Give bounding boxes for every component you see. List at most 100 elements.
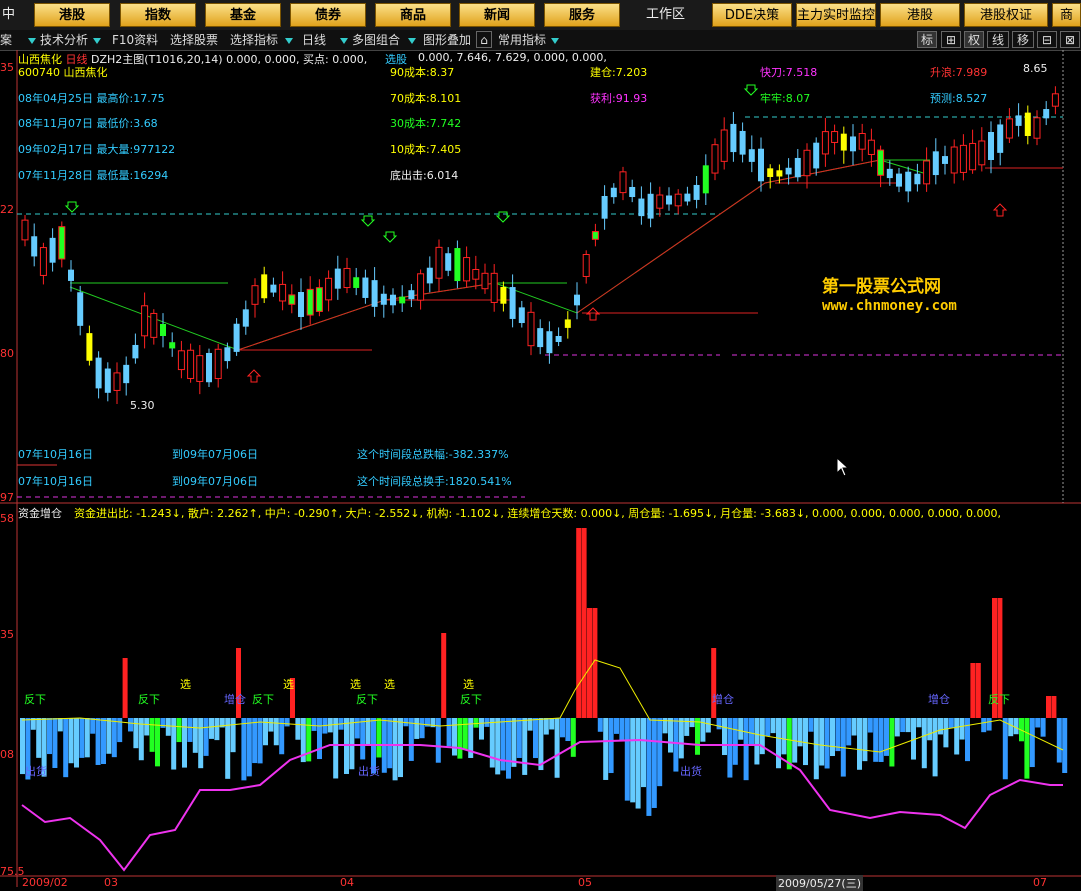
flow-bar (495, 718, 501, 775)
chart-canvas[interactable] (0, 0, 1081, 887)
flow-bar (68, 718, 74, 764)
flow-bar (803, 718, 808, 766)
x-label: 03 (104, 876, 118, 889)
signal-xuan: 选 (350, 678, 361, 691)
max-volume: 09年02月17日 最大量:977122 (18, 143, 176, 156)
buy-arrow-icon (992, 203, 1008, 217)
y-label: 97 (0, 491, 14, 504)
candle-body (978, 140, 986, 166)
flow-bar (246, 718, 252, 777)
flow-bar (398, 718, 403, 778)
flow-bar (176, 718, 182, 743)
candle-body (86, 333, 93, 361)
candle-body (298, 292, 304, 317)
flow-bar (63, 718, 69, 778)
candle-body (371, 280, 378, 307)
flow-bar (770, 718, 776, 734)
candle-body (160, 323, 166, 337)
candle-body (58, 226, 66, 260)
rising-wave: 升浪:7.989 (930, 66, 988, 79)
flow-bar (873, 718, 879, 762)
candle-body (490, 272, 498, 303)
highest-price: 08年04月25日 最高价:17.75 (18, 92, 165, 105)
candle-body (932, 151, 939, 176)
candle-body (647, 193, 654, 219)
flow-bar (554, 718, 560, 778)
price-marker: 8.65 (1023, 62, 1048, 75)
y-label-sub: 75.5 (0, 865, 25, 878)
flow-bar (392, 718, 398, 781)
flow-bar (452, 718, 457, 756)
x-label: 04 (340, 876, 354, 889)
capital-flow-bars (20, 528, 1068, 816)
candle-body (850, 136, 856, 152)
flow-bar (106, 718, 112, 754)
flow-bar (516, 718, 522, 758)
flow-bar (241, 718, 247, 781)
candle-body (896, 173, 902, 187)
flow-bar (857, 718, 862, 770)
flow-bar (835, 718, 841, 752)
candle-body (187, 349, 195, 379)
x-label: 2009/02 (22, 876, 68, 889)
indicator-name[interactable]: DZH2主图(T1016,20,14) (91, 53, 223, 66)
flow-bar (738, 718, 744, 740)
flow-bar (1035, 718, 1041, 728)
flow-bar (754, 718, 760, 765)
flow-bar (689, 718, 695, 728)
flow-bar (47, 718, 52, 755)
profit-ratio: 获利:91.93 (590, 92, 648, 105)
flow-bar (473, 718, 479, 728)
signal-fanxia: 反下 (24, 693, 46, 706)
flow-bar (722, 718, 727, 756)
fast-knife: 快刀:7.518 (760, 66, 818, 79)
indicator-values: 0.000, 0.000, 买点: 0.000, (226, 53, 368, 66)
flow-bar (52, 718, 58, 768)
candle-body (362, 277, 369, 298)
flow-bar (365, 718, 371, 746)
flow-bar (1046, 696, 1051, 718)
flow-bar (122, 658, 128, 718)
signal-zengcang: 增仓 (224, 693, 246, 706)
flow-bar (273, 718, 279, 746)
flow-bar (133, 718, 139, 749)
candle-body (500, 286, 507, 304)
candle-body (334, 268, 341, 289)
candle-body (224, 347, 231, 362)
flow-bar (635, 718, 641, 809)
sub-indicator-name[interactable]: 资金增仓 (18, 505, 62, 521)
firm-level: 牢牢:8.07 (760, 92, 811, 105)
candle-body (306, 288, 314, 316)
cost-90: 90成本:8.37 (390, 66, 455, 79)
flow-bar (894, 718, 900, 737)
flow-bar (90, 718, 96, 734)
flow-bar (808, 718, 814, 732)
signal-fanxia: 反下 (988, 693, 1010, 706)
candle-body (150, 312, 158, 338)
flow-bar (597, 718, 603, 732)
flow-bar (587, 608, 592, 718)
flow-bar (1013, 718, 1019, 735)
signal-xuan: 选 (384, 678, 395, 691)
flow-bar (111, 718, 117, 758)
trend-line-green (69, 159, 931, 351)
flow-bar (695, 718, 700, 755)
flow-bar (668, 718, 673, 753)
sell-arrow-icon (743, 84, 759, 96)
flow-bar (360, 718, 366, 760)
candle-body (343, 267, 351, 289)
candle-body (582, 254, 590, 277)
candle-body (481, 272, 489, 290)
flow-bar (727, 718, 733, 778)
candle-body (748, 149, 755, 162)
candle-body (813, 142, 820, 169)
candle-body (758, 148, 764, 182)
flow-bar (570, 718, 576, 757)
candle-body (95, 357, 102, 389)
flow-bar (603, 718, 609, 780)
flow-bar (506, 718, 511, 779)
candle-body (821, 131, 829, 155)
signal-fanxia: 反下 (356, 693, 378, 706)
candle-body (1043, 109, 1050, 119)
flow-bar (565, 718, 571, 742)
